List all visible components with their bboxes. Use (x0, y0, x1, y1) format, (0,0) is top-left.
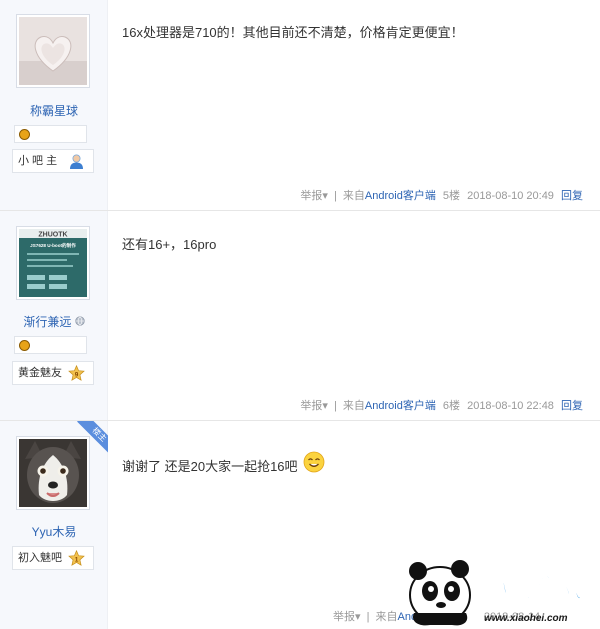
user-sidebar: 称霸星球 小 吧 主 (0, 0, 108, 210)
post-content-row: 谢谢了 还是20大家一起抢16吧 (122, 451, 325, 475)
level-number: 9 (75, 372, 79, 379)
badge-bar (14, 125, 87, 143)
source-prefix: 来自 (375, 611, 398, 623)
source-prefix: 来自 (342, 190, 365, 202)
watermark-logo: 小黑游戏 www.xiaohei.com (409, 560, 588, 626)
level-box: 小 吧 主 (12, 149, 94, 173)
chevron-down-icon[interactable]: ▾ (355, 611, 361, 623)
watermark-url: www.xiaohei.com (484, 613, 568, 624)
post-footer: 举报▾ | 来自Android客户端 5楼 2018-08-10 20:49 回… (300, 187, 583, 203)
post-footer: 举报▾ | 来自Android客户端 6楼 2018-08-10 22:48 回… (300, 397, 583, 413)
post-time: 2018-08-10 20:49 (467, 190, 554, 202)
divider: | (333, 190, 337, 202)
floor-number: 6楼 (442, 400, 461, 412)
report-link[interactable]: 举报 (300, 400, 322, 412)
smile-emoji-icon (303, 451, 325, 473)
level-box: 初入魅吧 1 (12, 546, 94, 570)
husky-dog-avatar-icon (19, 439, 87, 507)
circuit-board-avatar-icon: ZHUOTK JS7628 U-boot的制作 (19, 229, 87, 297)
avatar[interactable] (16, 436, 90, 510)
divider: | (366, 611, 370, 623)
post-floor-5: 称霸星球 小 吧 主 16x处理器是710的！其他目前还不清楚，价格肯定更便宜！… (0, 0, 600, 211)
avatar-title-text: JS7628 U-boot的制作 (30, 242, 76, 249)
level-number: 1 (75, 557, 79, 564)
badge-bar (14, 336, 87, 354)
avatar-brand-text: ZHUOTK (38, 232, 67, 239)
level-title: 小 吧 主 (18, 155, 58, 167)
source-link[interactable]: Android客户端 (365, 400, 436, 412)
report-link[interactable]: 举报 (333, 611, 355, 623)
post-time: 2018-08-10 22:48 (467, 400, 554, 412)
badge-icon[interactable] (19, 129, 30, 140)
level-title: 初入魅吧 (18, 552, 62, 564)
source-link[interactable]: Android客户端 (365, 190, 436, 202)
report-link[interactable]: 举报 (300, 190, 322, 202)
person-icon (70, 154, 83, 169)
level-box: 黄金魅友 9 (12, 361, 94, 385)
post-content: 16x处理器是710的！其他目前还不清楚，价格肯定更便宜！ (122, 25, 464, 40)
reply-button[interactable]: 回复 (561, 190, 583, 202)
reply-button[interactable]: 回复 (561, 400, 583, 412)
username[interactable]: Yyu木易 (0, 523, 108, 540)
avatar[interactable] (16, 14, 90, 88)
level-title: 黄金魅友 (18, 367, 62, 379)
username[interactable]: 称霸星球 (0, 102, 108, 119)
watermark-brand: 小黑游戏 (480, 574, 587, 604)
user-sidebar: 楼主 Yyu木易 初入魅吧 1 (0, 421, 108, 629)
divider: | (333, 400, 337, 412)
globe-icon (75, 316, 85, 326)
chevron-down-icon[interactable]: ▾ (322, 400, 328, 412)
username[interactable]: 渐行兼远 (23, 315, 71, 329)
source-prefix: 来自 (342, 400, 365, 412)
user-sidebar: ZHUOTK JS7628 U-boot的制作 渐行兼远 黄金魅友 9 (0, 211, 108, 420)
badge-icon[interactable] (19, 340, 30, 351)
floor-number: 5楼 (442, 190, 461, 202)
post-content: 谢谢了 还是20大家一起抢16吧 (122, 459, 298, 474)
panda-mascot-icon (409, 560, 471, 626)
username-row: 渐行兼远 (0, 313, 108, 330)
heart-snow-avatar-icon (19, 17, 87, 85)
star-badge-icon: 1 (68, 550, 85, 566)
chevron-down-icon[interactable]: ▾ (322, 190, 328, 202)
star-badge-icon: 9 (68, 365, 85, 381)
post-content: 还有16+，16pro (122, 237, 217, 252)
post-floor-6: ZHUOTK JS7628 U-boot的制作 渐行兼远 黄金魅友 9 还有16… (0, 211, 600, 421)
avatar[interactable]: ZHUOTK JS7628 U-boot的制作 (16, 226, 90, 300)
